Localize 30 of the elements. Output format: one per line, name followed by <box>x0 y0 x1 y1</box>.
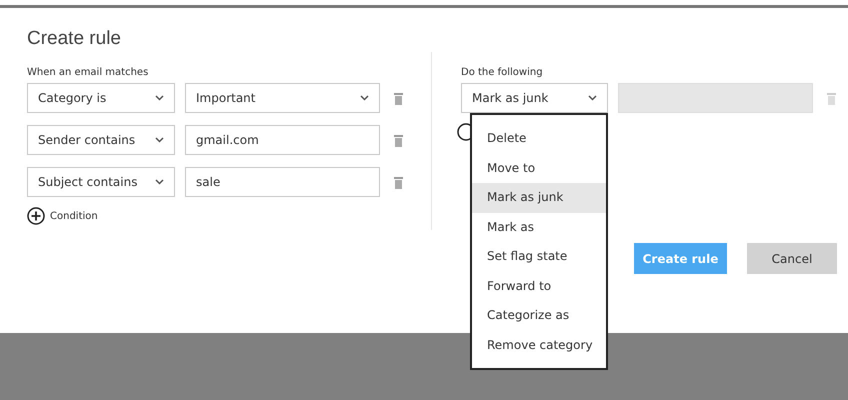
condition-dropdown[interactable]: Subject contains <box>27 167 175 197</box>
chevron-icon <box>588 95 597 101</box>
chevron-icon <box>360 95 369 101</box>
menu-item[interactable]: Remove category <box>472 330 606 360</box>
dialog-title: Create rule <box>27 28 122 50</box>
trash-icon[interactable] <box>394 176 403 188</box>
section-label: Do the following <box>461 67 544 80</box>
chevron-icon <box>155 95 164 101</box>
menu-item[interactable]: Set flag state <box>472 242 606 272</box>
trash-icon[interactable] <box>394 134 403 146</box>
value-field[interactable]: gmail.com <box>185 125 380 155</box>
section-label: When an email matches <box>27 67 150 80</box>
value-field[interactable]: sale <box>185 167 380 197</box>
chevron-icon <box>155 179 164 185</box>
menu-item[interactable]: Mark as <box>472 212 606 242</box>
trash-icon[interactable] <box>827 92 836 104</box>
action-dropdown[interactable]: Mark as junk <box>461 83 608 113</box>
menu-item[interactable]: Categorize as <box>472 301 606 330</box>
plus-icon <box>27 207 45 225</box>
cancel-button[interactable]: Cancel <box>747 243 837 274</box>
menu-item[interactable]: Forward to <box>472 272 606 301</box>
menu-item[interactable]: Delete <box>472 124 606 154</box>
condition-dropdown[interactable]: Sender contains <box>27 125 175 155</box>
menu-item[interactable]: Move to <box>472 154 606 183</box>
value-dropdown[interactable]: Important <box>185 83 380 113</box>
trash-icon[interactable] <box>394 92 403 104</box>
condition-dropdown[interactable]: Category is <box>27 83 175 113</box>
add-condition-button[interactable]: Condition <box>27 207 98 225</box>
menu-item[interactable]: Mark as junk <box>472 183 606 212</box>
chevron-icon <box>155 137 164 143</box>
